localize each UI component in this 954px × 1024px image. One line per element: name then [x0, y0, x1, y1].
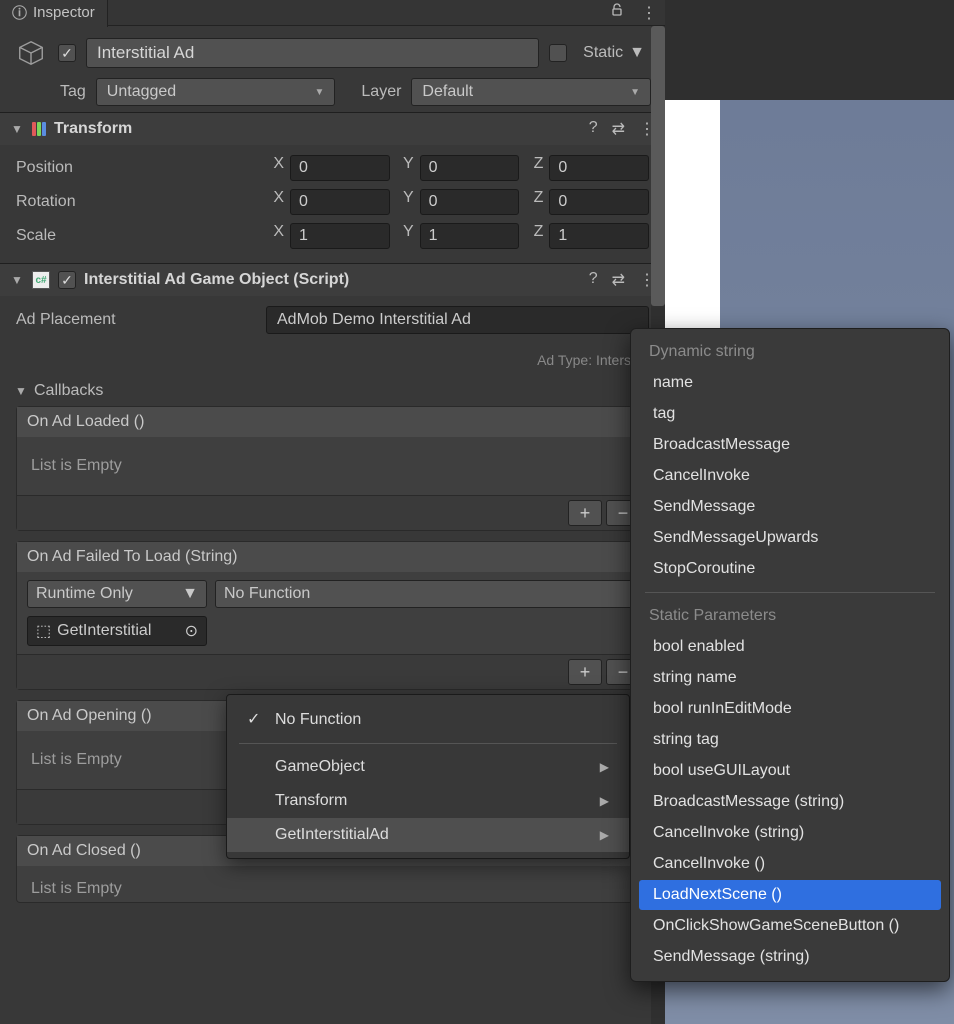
static-dropdown[interactable]: Static ▼ [577, 44, 651, 62]
chevron-down-icon: ▼ [629, 44, 645, 62]
method-option[interactable]: string tag [639, 725, 941, 755]
component-title: Transform [54, 120, 132, 138]
menu-getinterstitialad[interactable]: GetInterstitialAd ▶ [227, 818, 629, 852]
object-name-input[interactable]: Interstitial Ad [86, 38, 539, 68]
method-option[interactable]: name [639, 368, 941, 398]
method-option[interactable]: bool useGUILayout [639, 756, 941, 786]
rotation-z-input[interactable]: 0 [549, 189, 649, 215]
scale-y-input[interactable]: 1 [420, 223, 520, 249]
chevron-down-icon: ▼ [182, 585, 198, 603]
target-object-field[interactable]: ⬚ GetInterstitial ⊙ [27, 616, 207, 646]
method-option[interactable]: BroadcastMessage (string) [639, 787, 941, 817]
callbacks-foldout[interactable]: ▼ Callbacks [0, 376, 665, 406]
lock-icon[interactable] [601, 2, 633, 23]
position-z-input[interactable]: 0 [549, 155, 649, 181]
preset-icon[interactable]: ⇄ [612, 119, 625, 139]
foldout-icon: ▼ [14, 384, 28, 398]
chevron-right-icon: ▶ [600, 828, 609, 842]
component-title: Interstitial Ad Game Object (Script) [84, 271, 349, 289]
ad-placement-field[interactable]: AdMob Demo Interstitial Ad [266, 306, 649, 334]
menu-group-label: Static Parameters [635, 601, 945, 631]
call-state-dropdown[interactable]: Runtime Only▼ [27, 580, 207, 608]
ad-placement-label: Ad Placement [16, 311, 266, 329]
position-row: Position X0 Y0 Z0 [16, 151, 649, 185]
scale-x-input[interactable]: 1 [290, 223, 390, 249]
menu-group-label: Dynamic string [635, 337, 945, 367]
position-x-input[interactable]: 0 [290, 155, 390, 181]
kebab-icon[interactable]: ⋮ [633, 3, 665, 23]
method-option[interactable]: SendMessage [639, 492, 941, 522]
method-option[interactable]: bool runInEditMode [639, 694, 941, 724]
help-icon[interactable]: ? [589, 119, 598, 139]
method-option[interactable]: bool enabled [639, 632, 941, 662]
cube-icon [14, 36, 48, 70]
add-listener-button[interactable]: + [568, 500, 602, 526]
chevron-right-icon: ▶ [600, 794, 609, 808]
function-menu: ✓No Function GameObject ▶ Transform ▶ Ge… [226, 694, 630, 859]
menu-gameobject[interactable]: GameObject ▶ [227, 750, 629, 784]
method-option[interactable]: OnClickShowGameSceneButton () [639, 911, 941, 941]
event-on-ad-loaded: On Ad Loaded () List is Empty + − [16, 406, 649, 531]
tag-label: Tag [60, 83, 86, 101]
gameobject-header: ✓ Interstitial Ad ✓ Static ▼ Tag Untagge… [0, 26, 665, 112]
layer-label: Layer [361, 83, 401, 101]
transform-component: ▼ Transform ? ⇄ ⋮ Position X0 Y0 Z0 [0, 112, 665, 263]
foldout-icon[interactable]: ▼ [10, 273, 24, 287]
rotation-x-input[interactable]: 0 [290, 189, 390, 215]
inspector-panel: ⓘ Inspector ⋮ ✓ Interstitial Ad ✓ Static… [0, 0, 665, 1024]
rotation-row: Rotation X0 Y0 Z0 [16, 185, 649, 219]
tab-label: Inspector [33, 4, 95, 21]
position-y-input[interactable]: 0 [420, 155, 520, 181]
scale-z-input[interactable]: 1 [549, 223, 649, 249]
preset-icon[interactable]: ⇄ [612, 270, 625, 290]
menu-no-function[interactable]: ✓No Function [227, 701, 629, 737]
event-title: On Ad Failed To Load (String) [17, 542, 648, 572]
menu-transform[interactable]: Transform ▶ [227, 784, 629, 818]
object-picker-icon[interactable]: ⊙ [185, 621, 198, 641]
event-title: On Ad Loaded () [17, 407, 648, 437]
scale-row: Scale X1 Y1 Z1 [16, 219, 649, 253]
static-label: Static [583, 44, 623, 62]
rotation-y-input[interactable]: 0 [420, 189, 520, 215]
method-option[interactable]: SendMessage (string) [639, 942, 941, 972]
ad-type-hint: Ad Type: Interstiti [0, 348, 665, 376]
method-option[interactable]: tag [639, 399, 941, 429]
method-option[interactable]: SendMessageUpwards [639, 523, 941, 553]
tag-dropdown[interactable]: Untagged▼ [96, 78, 336, 106]
chevron-right-icon: ▶ [600, 760, 609, 774]
method-option[interactable]: CancelInvoke (string) [639, 818, 941, 848]
tab-inspector[interactable]: ⓘ Inspector [0, 0, 108, 27]
enabled-checkbox[interactable]: ✓ [58, 44, 76, 62]
chevron-down-icon: ▼ [314, 87, 324, 98]
method-option[interactable]: string name [639, 663, 941, 693]
function-dropdown[interactable]: No Function [215, 580, 638, 608]
csharp-icon: c# [32, 271, 50, 289]
method-option[interactable]: CancelInvoke [639, 461, 941, 491]
add-listener-button[interactable]: + [568, 659, 602, 685]
method-option[interactable]: LoadNextScene () [639, 880, 941, 910]
check-icon: ✓ [247, 709, 267, 729]
method-option[interactable]: BroadcastMessage [639, 430, 941, 460]
event-empty: List is Empty [17, 866, 648, 902]
tab-bar: ⓘ Inspector ⋮ [0, 0, 665, 26]
layer-dropdown[interactable]: Default▼ [411, 78, 651, 106]
chevron-down-icon: ▼ [630, 87, 640, 98]
help-icon[interactable]: ? [589, 270, 598, 290]
static-checkbox[interactable]: ✓ [549, 44, 567, 62]
event-on-ad-failed: On Ad Failed To Load (String) Runtime On… [16, 541, 649, 690]
scrollbar-thumb[interactable] [651, 26, 665, 306]
script-enabled-checkbox[interactable]: ✓ [58, 271, 76, 289]
method-menu: Dynamic string nametagBroadcastMessageCa… [630, 328, 950, 982]
cube-icon: ⬚ [36, 621, 51, 641]
method-option[interactable]: StopCoroutine [639, 554, 941, 584]
event-empty: List is Empty [17, 437, 648, 495]
method-option[interactable]: CancelInvoke () [639, 849, 941, 879]
transform-icon [32, 122, 46, 136]
foldout-icon[interactable]: ▼ [10, 122, 24, 136]
info-icon: ⓘ [12, 2, 27, 23]
